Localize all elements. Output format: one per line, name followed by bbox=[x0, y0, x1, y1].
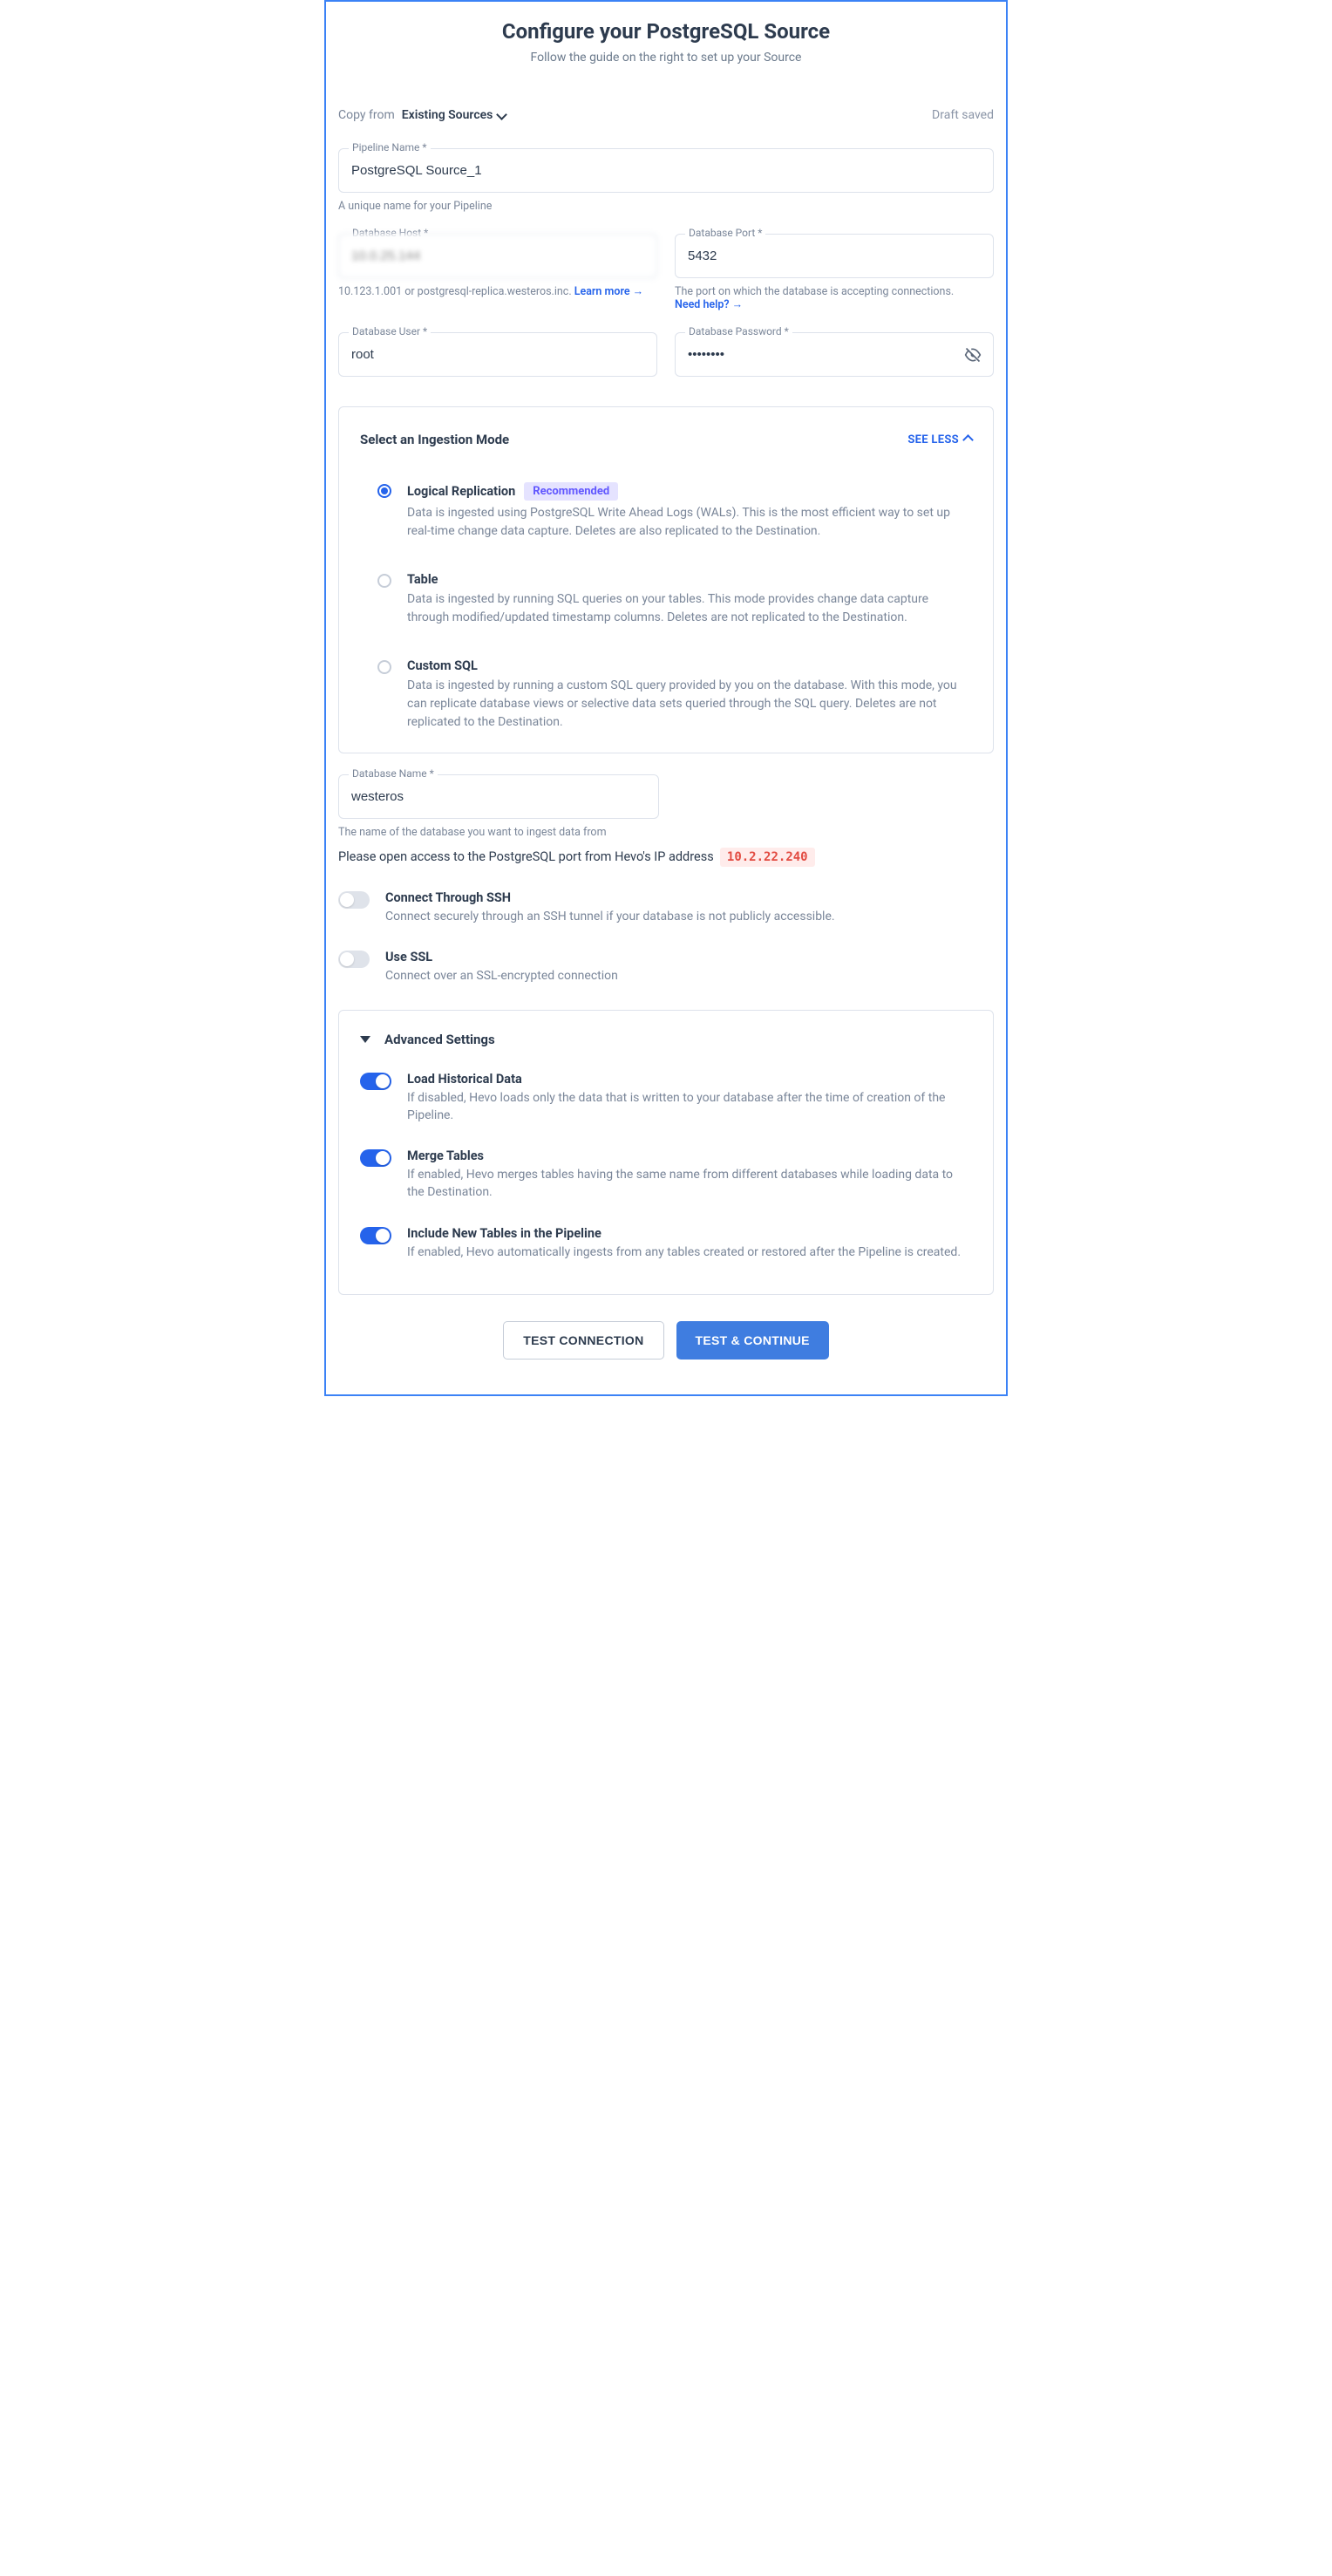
pipeline-name-field: Pipeline Name * bbox=[338, 148, 994, 193]
pipeline-name-input[interactable] bbox=[338, 148, 994, 193]
ssl-toggle-row: Use SSL Connect over an SSL-encrypted co… bbox=[338, 950, 994, 985]
db-name-field: Database Name * bbox=[338, 774, 659, 819]
load-historical-desc: If disabled, Hevo loads only the data th… bbox=[407, 1089, 972, 1125]
copy-from-value: Existing Sources bbox=[402, 108, 493, 122]
db-port-need-help-link[interactable]: Need help? bbox=[675, 298, 743, 311]
advanced-settings-header[interactable]: Advanced Settings bbox=[360, 1032, 972, 1047]
draft-saved-status: Draft saved bbox=[932, 108, 994, 122]
triangle-down-icon bbox=[360, 1036, 370, 1043]
ssh-toggle-row: Connect Through SSH Connect securely thr… bbox=[338, 890, 994, 925]
ingestion-option-desc: Data is ingested by running SQL queries … bbox=[407, 590, 972, 627]
pipeline-name-helper: A unique name for your Pipeline bbox=[338, 200, 994, 213]
include-new-tables-row: Include New Tables in the Pipeline If en… bbox=[360, 1226, 972, 1261]
db-port-helper-text: The port on which the database is accept… bbox=[675, 285, 954, 298]
ingestion-option-table[interactable]: Table Data is ingested by running SQL qu… bbox=[360, 572, 972, 627]
ingestion-mode-panel: Select an Ingestion Mode SEE LESS Logica… bbox=[338, 406, 994, 753]
include-new-tables-title: Include New Tables in the Pipeline bbox=[407, 1226, 961, 1241]
load-historical-title: Load Historical Data bbox=[407, 1072, 972, 1087]
eye-off-icon[interactable] bbox=[964, 346, 982, 364]
db-name-label: Database Name * bbox=[349, 767, 438, 780]
configure-source-frame: Configure your PostgreSQL Source Follow … bbox=[324, 0, 1008, 1396]
test-connection-button[interactable]: TEST CONNECTION bbox=[503, 1321, 663, 1360]
ssl-toggle[interactable] bbox=[338, 951, 370, 968]
db-host-field: Database Host * bbox=[338, 234, 657, 278]
top-row: Copy from Existing Sources Draft saved bbox=[338, 108, 994, 122]
ingestion-option-desc: Data is ingested by running a custom SQL… bbox=[407, 677, 972, 732]
ingestion-option-title: Table bbox=[407, 572, 438, 587]
ip-address-badge: 10.2.22.240 bbox=[720, 848, 815, 867]
ingestion-option-custom-sql[interactable]: Custom SQL Data is ingested by running a… bbox=[360, 658, 972, 732]
pipeline-name-label: Pipeline Name * bbox=[349, 141, 431, 153]
ingestion-option-title: Custom SQL bbox=[407, 658, 478, 673]
ssl-title: Use SSL bbox=[385, 950, 618, 964]
radio-icon bbox=[377, 484, 391, 498]
db-port-helper: The port on which the database is accept… bbox=[675, 285, 994, 311]
advanced-settings-panel: Advanced Settings Load Historical Data I… bbox=[338, 1010, 994, 1295]
load-historical-row: Load Historical Data If disabled, Hevo l… bbox=[360, 1072, 972, 1125]
db-user-input[interactable] bbox=[338, 332, 657, 377]
db-host-helper: 10.123.1.001 or postgresql-replica.weste… bbox=[338, 285, 657, 298]
db-host-input[interactable] bbox=[338, 234, 657, 278]
merge-tables-toggle[interactable] bbox=[360, 1149, 391, 1167]
see-less-label: SEE LESS bbox=[907, 433, 959, 446]
ssh-toggle[interactable] bbox=[338, 891, 370, 909]
db-host-learn-more-link[interactable]: Learn more bbox=[574, 285, 643, 298]
ingestion-option-logical-replication[interactable]: Logical Replication Recommended Data is … bbox=[360, 482, 972, 541]
footer-buttons: TEST CONNECTION TEST & CONTINUE bbox=[338, 1321, 994, 1360]
recommended-badge: Recommended bbox=[524, 482, 618, 501]
load-historical-toggle[interactable] bbox=[360, 1073, 391, 1090]
copy-from: Copy from Existing Sources bbox=[338, 108, 506, 122]
ip-access-text: Please open access to the PostgreSQL por… bbox=[338, 849, 714, 864]
include-new-tables-desc: If enabled, Hevo automatically ingests f… bbox=[407, 1244, 961, 1261]
copy-from-label: Copy from bbox=[338, 108, 395, 122]
db-user-label: Database User * bbox=[349, 325, 431, 337]
ingestion-option-title: Logical Replication bbox=[407, 484, 515, 499]
include-new-tables-toggle[interactable] bbox=[360, 1227, 391, 1244]
merge-tables-desc: If enabled, Hevo merges tables having th… bbox=[407, 1166, 972, 1202]
page-title: Configure your PostgreSQL Source bbox=[338, 19, 994, 44]
ssl-desc: Connect over an SSL-encrypted connection bbox=[385, 967, 618, 985]
db-user-field: Database User * bbox=[338, 332, 657, 377]
chevron-up-icon bbox=[964, 433, 972, 447]
ssh-title: Connect Through SSH bbox=[385, 890, 835, 905]
ingestion-option-desc: Data is ingested using PostgreSQL Write … bbox=[407, 504, 972, 541]
db-name-helper: The name of the database you want to ing… bbox=[338, 826, 659, 839]
ip-access-line: Please open access to the PostgreSQL por… bbox=[338, 849, 994, 864]
ingestion-mode-title: Select an Ingestion Mode bbox=[360, 432, 509, 447]
page-header: Configure your PostgreSQL Source Follow … bbox=[338, 19, 994, 65]
ssh-desc: Connect securely through an SSH tunnel i… bbox=[385, 908, 835, 925]
chevron-down-icon bbox=[498, 111, 506, 119]
db-password-label: Database Password * bbox=[685, 325, 792, 337]
merge-tables-row: Merge Tables If enabled, Hevo merges tab… bbox=[360, 1148, 972, 1202]
see-less-toggle[interactable]: SEE LESS bbox=[907, 433, 972, 447]
advanced-settings-title: Advanced Settings bbox=[384, 1032, 495, 1047]
radio-icon bbox=[377, 660, 391, 674]
copy-from-dropdown[interactable]: Existing Sources bbox=[402, 108, 507, 122]
db-name-input[interactable] bbox=[338, 774, 659, 819]
db-password-input[interactable] bbox=[675, 332, 994, 377]
db-password-field: Database Password * bbox=[675, 332, 994, 377]
db-port-label: Database Port * bbox=[685, 227, 765, 239]
merge-tables-title: Merge Tables bbox=[407, 1148, 972, 1163]
db-port-input[interactable] bbox=[675, 234, 994, 278]
page-subtitle: Follow the guide on the right to set up … bbox=[338, 51, 994, 65]
db-host-helper-text: 10.123.1.001 or postgresql-replica.weste… bbox=[338, 285, 574, 298]
db-port-field: Database Port * bbox=[675, 234, 994, 278]
radio-icon bbox=[377, 574, 391, 588]
test-continue-button[interactable]: TEST & CONTINUE bbox=[676, 1321, 829, 1360]
